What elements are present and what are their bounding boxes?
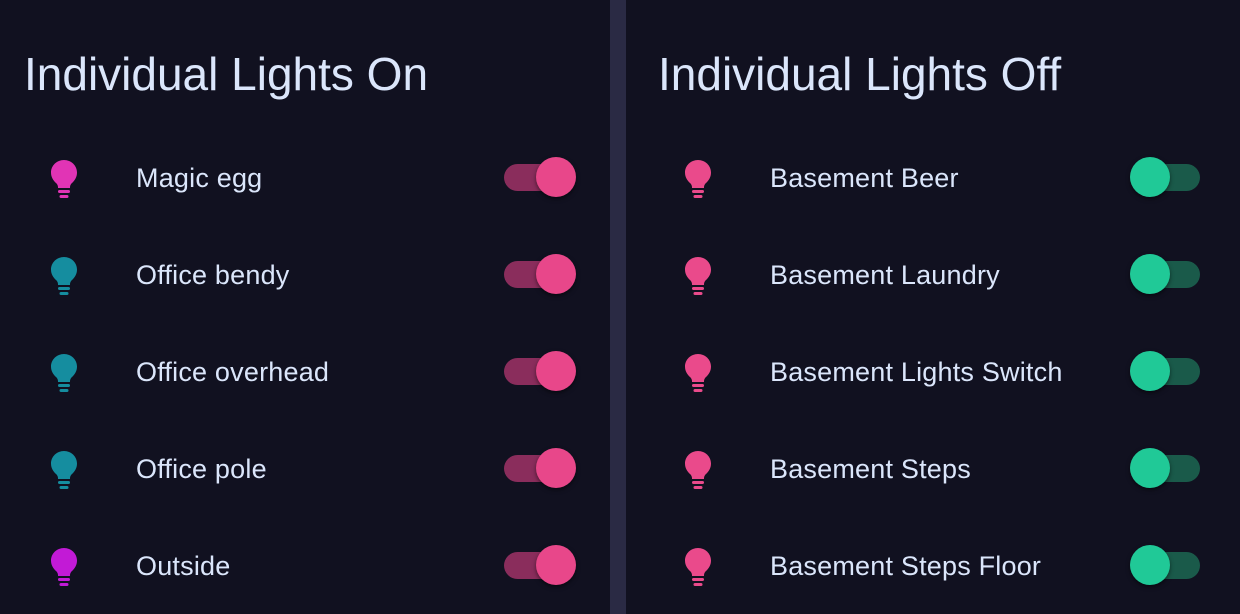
- lightbulb-icon[interactable]: [684, 547, 712, 587]
- light-label: Magic egg: [136, 163, 263, 193]
- light-toggle[interactable]: [1128, 254, 1204, 294]
- light-toggle[interactable]: [1128, 351, 1204, 391]
- light-toggle[interactable]: [502, 254, 578, 294]
- light-label: Basement Laundry: [770, 260, 1000, 290]
- light-row-magic-egg: Magic egg: [0, 147, 610, 207]
- toggle-knob: [1130, 351, 1170, 391]
- toggle-knob: [536, 157, 576, 197]
- toggle-knob: [1130, 545, 1170, 585]
- light-label: Basement Lights Switch: [770, 357, 1063, 387]
- lights-on-card: Individual Lights On Magic egg Office be…: [0, 0, 610, 614]
- light-row-office-bendy: Office bendy: [0, 244, 610, 304]
- light-row-basement-laundry: Basement Laundry: [626, 244, 1240, 304]
- light-toggle[interactable]: [502, 545, 578, 585]
- light-label: Office bendy: [136, 260, 290, 290]
- lightbulb-icon[interactable]: [684, 450, 712, 490]
- lightbulb-icon[interactable]: [50, 353, 78, 393]
- light-row-office-overhead: Office overhead: [0, 341, 610, 401]
- toggle-knob: [1130, 448, 1170, 488]
- column-divider: [610, 0, 626, 614]
- light-toggle[interactable]: [502, 448, 578, 488]
- dashboard: Individual Lights On Magic egg Office be…: [0, 0, 1240, 614]
- light-label: Basement Steps Floor: [770, 551, 1042, 581]
- toggle-knob: [536, 351, 576, 391]
- toggle-knob: [536, 545, 576, 585]
- light-row-basement-lights-switch: Basement Lights Switch: [626, 341, 1240, 401]
- card-title: Individual Lights On: [24, 48, 429, 100]
- light-row-basement-beer: Basement Beer: [626, 147, 1240, 207]
- lightbulb-icon[interactable]: [50, 547, 78, 587]
- lightbulb-icon[interactable]: [50, 450, 78, 490]
- light-label: Basement Steps: [770, 454, 971, 484]
- lightbulb-icon[interactable]: [684, 256, 712, 296]
- light-toggle[interactable]: [1128, 545, 1204, 585]
- light-row-basement-steps: Basement Steps: [626, 438, 1240, 498]
- toggle-knob: [536, 448, 576, 488]
- lightbulb-icon[interactable]: [50, 159, 78, 199]
- toggle-knob: [1130, 254, 1170, 294]
- lights-off-card: Individual Lights Off Basement Beer Base…: [626, 0, 1240, 614]
- toggle-knob: [536, 254, 576, 294]
- light-row-basement-steps-floor: Basement Steps Floor: [626, 535, 1240, 595]
- toggle-knob: [1130, 157, 1170, 197]
- light-toggle[interactable]: [502, 351, 578, 391]
- light-row-outside: Outside: [0, 535, 610, 595]
- lightbulb-icon[interactable]: [684, 159, 712, 199]
- light-row-office-pole: Office pole: [0, 438, 610, 498]
- lightbulb-icon[interactable]: [684, 353, 712, 393]
- card-title: Individual Lights Off: [658, 48, 1062, 100]
- light-label: Basement Beer: [770, 163, 959, 193]
- lightbulb-icon[interactable]: [50, 256, 78, 296]
- light-toggle[interactable]: [502, 157, 578, 197]
- light-label: Outside: [136, 551, 231, 581]
- light-label: Office pole: [136, 454, 267, 484]
- light-toggle[interactable]: [1128, 157, 1204, 197]
- light-toggle[interactable]: [1128, 448, 1204, 488]
- light-label: Office overhead: [136, 357, 330, 387]
